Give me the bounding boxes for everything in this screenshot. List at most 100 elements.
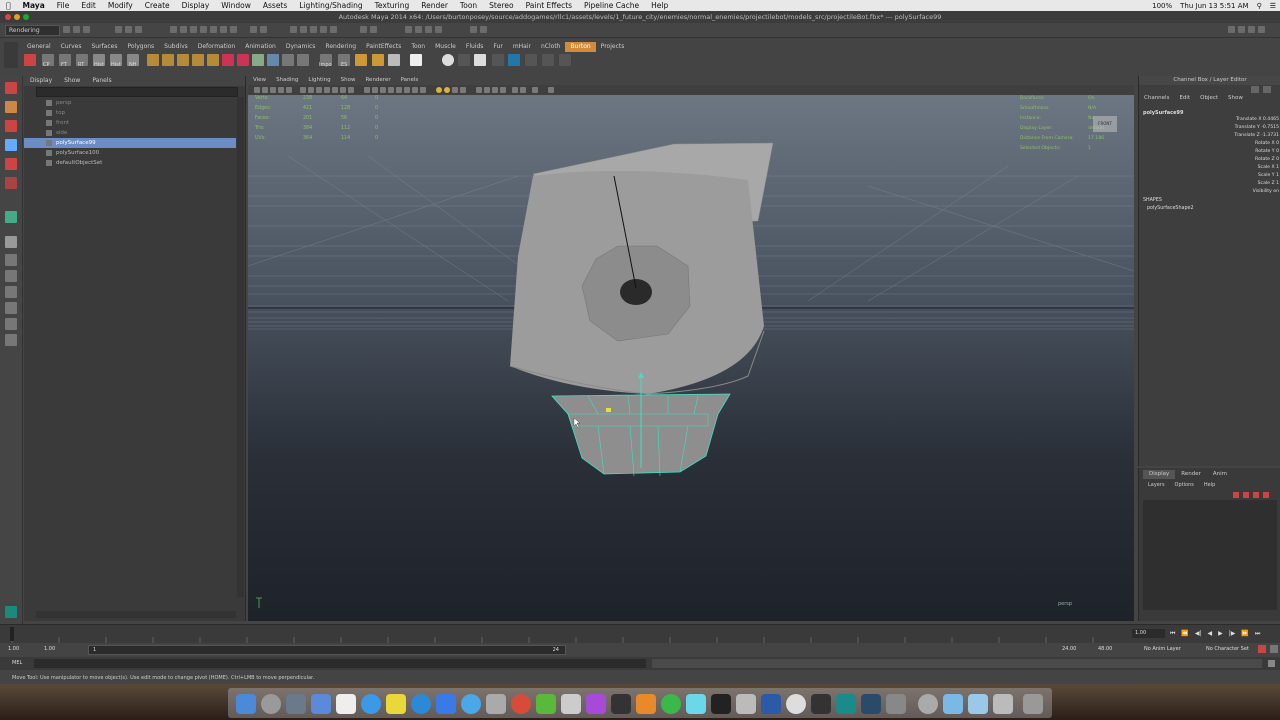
menu-lighting-shading[interactable]: Lighting/Shading bbox=[293, 1, 368, 10]
command-language-label[interactable]: MEL bbox=[12, 659, 22, 668]
outliner-item-polysurface100[interactable]: polySurface100 bbox=[24, 148, 236, 158]
shelf-cylinder-icon[interactable] bbox=[177, 54, 189, 66]
image-plane-icon[interactable] bbox=[278, 87, 284, 93]
menu-paint-effects[interactable]: Paint Effects bbox=[520, 1, 578, 10]
snap-grid-icon[interactable] bbox=[290, 26, 297, 33]
shelf-cone-icon[interactable] bbox=[207, 54, 219, 66]
hud-icon[interactable] bbox=[492, 87, 498, 93]
menu-help[interactable]: Help bbox=[645, 1, 674, 10]
layout-outliner-icon[interactable] bbox=[5, 302, 17, 314]
shelf-wand-icon[interactable] bbox=[492, 54, 504, 66]
scale-tool-icon[interactable] bbox=[5, 177, 17, 189]
shelf-freeze-icon[interactable] bbox=[355, 54, 367, 66]
select-hierarchy-icon[interactable] bbox=[115, 26, 122, 33]
outliner-item-top[interactable]: top bbox=[24, 108, 236, 118]
layout-graph-icon[interactable] bbox=[5, 318, 17, 330]
motion-blur-icon[interactable] bbox=[460, 87, 466, 93]
viewport-menu-view[interactable]: View bbox=[248, 76, 271, 85]
outliner-vertical-scrollbar[interactable] bbox=[237, 97, 244, 597]
spotlight-icon[interactable]: ⚲ bbox=[1257, 2, 1262, 10]
new-scene-icon[interactable] bbox=[63, 26, 70, 33]
layer-tab-render[interactable]: Render bbox=[1175, 470, 1207, 479]
adium-icon[interactable] bbox=[386, 694, 406, 714]
viewport-menu-show[interactable]: Show bbox=[336, 76, 361, 85]
channel-box-shape-name[interactable]: polySurfaceShape2 bbox=[1147, 206, 1194, 211]
backface-icon[interactable] bbox=[500, 87, 506, 93]
zoom-window-icon[interactable] bbox=[23, 14, 29, 20]
skype-icon[interactable] bbox=[411, 694, 431, 714]
shelf-tab-toon[interactable]: Toon bbox=[406, 42, 430, 52]
mail-icon[interactable] bbox=[311, 694, 331, 714]
menu-assets[interactable]: Assets bbox=[257, 1, 293, 10]
menu-texturing[interactable]: Texturing bbox=[369, 1, 416, 10]
menu-window[interactable]: Window bbox=[215, 1, 257, 10]
lasso-tool-icon[interactable] bbox=[5, 101, 17, 113]
shelf-tab-surfaces[interactable]: Surfaces bbox=[86, 42, 122, 52]
history-graph-icon[interactable] bbox=[370, 26, 377, 33]
viewport-scene[interactable] bbox=[248, 96, 1134, 621]
show-manipulator-icon[interactable] bbox=[5, 211, 17, 223]
step-back-frame-icon[interactable]: ◀| bbox=[1195, 630, 1202, 638]
go-to-end-icon[interactable]: ⏭ bbox=[1255, 630, 1260, 638]
safe-action-icon[interactable] bbox=[340, 87, 346, 93]
documents-folder-icon[interactable] bbox=[968, 694, 988, 714]
system-utility-icon[interactable] bbox=[918, 694, 938, 714]
isolate-select-icon[interactable] bbox=[412, 87, 418, 93]
shelf-record-icon[interactable] bbox=[442, 54, 454, 66]
channel-scale-y[interactable]: Scale Y 1 bbox=[1159, 172, 1279, 180]
shelf-marker-icon[interactable] bbox=[458, 54, 470, 66]
bookmark-icon[interactable] bbox=[270, 87, 276, 93]
ambient-occlusion-icon[interactable] bbox=[452, 87, 458, 93]
layer-list[interactable] bbox=[1143, 500, 1277, 610]
channel-box-menu-channels[interactable]: Channels bbox=[1139, 95, 1174, 101]
menu-render[interactable]: Render bbox=[415, 1, 454, 10]
shelf-tab-ncloth[interactable]: nCloth bbox=[536, 42, 566, 52]
snap-curve-icon[interactable] bbox=[300, 26, 307, 33]
wireframe-icon[interactable] bbox=[364, 87, 370, 93]
maya-icon[interactable] bbox=[836, 694, 856, 714]
outliner-search-input[interactable] bbox=[36, 87, 238, 97]
snap-point-icon[interactable] bbox=[310, 26, 317, 33]
viewport-menu-lighting[interactable]: Lighting bbox=[303, 76, 335, 85]
panel-settings-icon[interactable] bbox=[548, 87, 554, 93]
resolution-gate-icon[interactable] bbox=[316, 87, 322, 93]
layout-single-icon[interactable] bbox=[5, 254, 17, 266]
preview-icon[interactable] bbox=[686, 694, 706, 714]
outliner-menu-panels[interactable]: Panels bbox=[86, 76, 117, 86]
layer-menu-options[interactable]: Options bbox=[1170, 482, 1199, 488]
shelf-tab-burton[interactable]: Burton bbox=[565, 42, 596, 52]
grid-toggle-icon[interactable] bbox=[300, 87, 306, 93]
range-start-field-2[interactable]: 1.00 bbox=[44, 645, 72, 653]
shelf-merge-icon[interactable] bbox=[252, 54, 264, 66]
shelf-center-pivot-icon[interactable] bbox=[372, 54, 384, 66]
light-2-icon[interactable] bbox=[444, 87, 450, 93]
notification-icon[interactable]: ☰ bbox=[1270, 2, 1276, 10]
shelf-particles-icon[interactable] bbox=[474, 54, 486, 66]
command-input[interactable] bbox=[34, 659, 646, 668]
range-bar[interactable]: 1 24 bbox=[88, 645, 566, 655]
layout-two-icon[interactable] bbox=[5, 286, 17, 298]
shelf-tab-polygons[interactable]: Polygons bbox=[122, 42, 159, 52]
play-forwards-icon[interactable]: ▶ bbox=[1218, 630, 1223, 638]
outliner-item-defaultobjectset[interactable]: defaultObjectSet bbox=[24, 158, 236, 168]
channel-translate-y[interactable]: Translate Y -0.7515 bbox=[1159, 124, 1279, 132]
range-end-field-2[interactable]: 48.00 bbox=[1098, 645, 1126, 653]
highlight-selection-icon[interactable] bbox=[260, 26, 267, 33]
channel-box-menu-object[interactable]: Object bbox=[1195, 95, 1223, 101]
activity-monitor-icon[interactable] bbox=[611, 694, 631, 714]
script-editor-button-icon[interactable] bbox=[1268, 660, 1275, 667]
spotify-icon[interactable] bbox=[661, 694, 681, 714]
outliner-item-persp[interactable]: persp bbox=[24, 98, 236, 108]
outliner-menu-show[interactable]: Show bbox=[58, 76, 86, 86]
channel-box-icon[interactable] bbox=[1251, 86, 1259, 93]
default-lighting-icon[interactable] bbox=[396, 87, 402, 93]
channel-box-menu-show[interactable]: Show bbox=[1223, 95, 1248, 101]
open-scene-icon[interactable] bbox=[73, 26, 80, 33]
camera-attributes-icon[interactable] bbox=[262, 87, 268, 93]
terminal-icon[interactable] bbox=[711, 694, 731, 714]
time-slider[interactable]: 1.00 ⏮ ⏪ ◀| ◀ ▶ |▶ ⏩ ⏭ bbox=[0, 624, 1280, 643]
shelf-sphere-icon[interactable] bbox=[162, 54, 174, 66]
lock-selection-icon[interactable] bbox=[250, 26, 257, 33]
minimize-window-icon[interactable] bbox=[14, 14, 20, 20]
shelf-combine-icon[interactable] bbox=[282, 54, 294, 66]
